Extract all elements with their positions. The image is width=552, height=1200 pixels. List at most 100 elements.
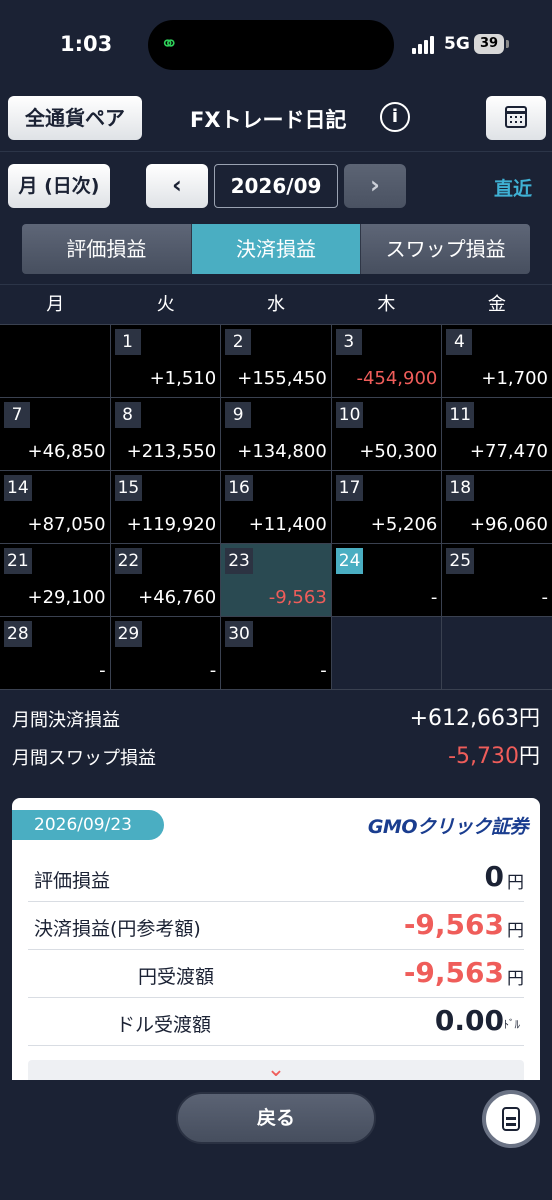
page-title: FXトレード日記 bbox=[190, 108, 347, 132]
day-number: 22 bbox=[114, 548, 143, 574]
back-button[interactable]: 戻る bbox=[176, 1092, 376, 1144]
calendar-day-cell[interactable]: 3 -454,900 bbox=[331, 325, 442, 397]
detail-label: 円受渡額 bbox=[138, 966, 215, 988]
tab-swap-pl[interactable]: スワップ損益 bbox=[361, 224, 530, 274]
day-number: 11 bbox=[446, 402, 475, 428]
weekday-label: 金 bbox=[487, 294, 506, 315]
day-number: 9 bbox=[225, 402, 252, 428]
calendar-day-cell[interactable]: 29 - bbox=[110, 617, 221, 689]
tab-settled-pl[interactable]: 決済損益 bbox=[191, 224, 362, 274]
detail-row-dollar-delivery: ドル受渡額 0.00 ﾄﾞﾙ bbox=[28, 998, 524, 1046]
day-pl-amount: +77,470 bbox=[469, 441, 548, 462]
detail-row-valuation: 評価損益 0 円 bbox=[28, 854, 524, 902]
calendar-day-cell[interactable]: 24 - bbox=[331, 544, 442, 616]
day-number: 24 bbox=[335, 548, 364, 574]
calendar-day-cell[interactable]: 11 +77,470 bbox=[442, 398, 552, 470]
detail-unit: ﾄﾞﾙ bbox=[503, 1018, 521, 1031]
day-pl-amount: +1,510 bbox=[149, 368, 217, 389]
calendar-day-cell[interactable]: 16 +11,400 bbox=[221, 471, 331, 543]
weekday-label: 月 bbox=[46, 294, 65, 315]
signal-icon bbox=[412, 36, 438, 54]
calendar-day-cell[interactable]: 14 +87,050 bbox=[0, 471, 110, 543]
day-number: 25 bbox=[446, 548, 475, 574]
weekday-label: 木 bbox=[377, 294, 396, 315]
monthly-swap-value: -5,730円 bbox=[448, 744, 540, 769]
calendar-day-cell[interactable]: 17 +5,206 bbox=[331, 471, 442, 543]
day-number: 14 bbox=[4, 475, 32, 501]
calendar-day-cell[interactable]: 8 +213,550 bbox=[110, 398, 221, 470]
detail-row-settled: 決済損益(円参考額) -9,563 円 bbox=[28, 902, 524, 950]
monthly-settled-value: +612,663円 bbox=[409, 706, 540, 731]
menu-fab[interactable] bbox=[482, 1090, 540, 1148]
info-icon[interactable]: i bbox=[380, 102, 410, 132]
calendar-day-cell[interactable]: 30 - bbox=[221, 617, 331, 689]
calendar-day-cell bbox=[331, 617, 442, 689]
calendar-day-cell[interactable]: 22 +46,760 bbox=[110, 544, 221, 616]
day-pl-amount: +46,760 bbox=[138, 587, 217, 608]
day-number: 2 bbox=[225, 329, 252, 355]
calendar-day-cell[interactable]: 23 -9,563 bbox=[221, 544, 331, 616]
calendar-day-cell[interactable]: 7 +46,850 bbox=[0, 398, 110, 470]
status-time: 1:03 bbox=[60, 32, 113, 56]
weekday-header: 月 火 水 木 金 bbox=[0, 284, 552, 324]
day-pl-amount: +1,700 bbox=[481, 368, 548, 389]
detail-row-yen-delivery: 円受渡額 -9,563 円 bbox=[28, 950, 524, 998]
day-number: 1 bbox=[114, 329, 141, 355]
day-detail-card: 2026/09/23 GMOクリック証券 評価損益 0 円 決済損益(円参考額)… bbox=[12, 798, 540, 1098]
calendar-day-cell bbox=[442, 617, 552, 689]
day-pl-amount: +87,050 bbox=[27, 514, 106, 535]
day-pl-amount: +96,060 bbox=[469, 514, 548, 535]
calendar-day-cell[interactable]: 10 +50,300 bbox=[331, 398, 442, 470]
calendar-button[interactable] bbox=[486, 96, 546, 140]
calendar-day-cell[interactable]: 18 +96,060 bbox=[442, 471, 552, 543]
calendar-day-cell[interactable]: 9 +134,800 bbox=[221, 398, 331, 470]
view-mode-button[interactable]: 月 (日次) bbox=[8, 164, 110, 208]
calendar-day-cell[interactable]: 28 - bbox=[0, 617, 110, 689]
detail-value: -9,563 bbox=[403, 908, 504, 941]
calendar-icon bbox=[505, 106, 527, 128]
day-number: 7 bbox=[4, 402, 30, 428]
day-pl-amount: +213,550 bbox=[126, 441, 217, 462]
calendar-day-cell[interactable]: 15 +119,920 bbox=[110, 471, 221, 543]
day-number: 21 bbox=[4, 548, 32, 574]
menu-icon bbox=[502, 1107, 520, 1131]
day-number: 29 bbox=[114, 621, 143, 647]
day-number: 16 bbox=[225, 475, 253, 501]
day-pl-amount: -454,900 bbox=[356, 368, 438, 389]
day-pl-amount: +155,450 bbox=[237, 368, 327, 389]
detail-label: 決済損益(円参考額) bbox=[34, 918, 201, 940]
detail-label: ドル受渡額 bbox=[116, 1014, 212, 1036]
detail-value: 0 bbox=[484, 860, 504, 893]
calendar-day-cell[interactable]: 25 - bbox=[442, 544, 552, 616]
next-month-button[interactable]: › bbox=[344, 164, 406, 208]
detail-unit: 円 bbox=[507, 921, 524, 941]
calendar-day-cell[interactable]: 4 +1,700 bbox=[442, 325, 552, 397]
day-pl-amount: - bbox=[99, 660, 106, 681]
chevron-down-icon: ⌄ bbox=[266, 1057, 286, 1082]
day-pl-amount: - bbox=[541, 587, 548, 608]
day-pl-amount: +5,206 bbox=[370, 514, 438, 535]
month-nav: 月 (日次) ‹ 2026/09 › 直近 bbox=[0, 152, 552, 218]
currency-pair-button[interactable]: 全通貨ペア bbox=[8, 96, 142, 140]
status-bar: 1:03 ⚭ 5G 39 bbox=[0, 0, 552, 88]
tab-valuation-pl[interactable]: 評価損益 bbox=[22, 224, 192, 274]
day-pl-amount: -9,563 bbox=[268, 587, 327, 608]
calendar-day-cell[interactable]: 21 +29,100 bbox=[0, 544, 110, 616]
day-number: 15 bbox=[114, 475, 143, 501]
calendar-grid: 1 +1,510 2 +155,450 3 -454,900 4 +1,700 7 +46,850… bbox=[0, 324, 552, 690]
current-month[interactable]: 2026/09 bbox=[214, 164, 338, 208]
gmo-click-logo: GMOクリック証券 bbox=[367, 816, 529, 838]
day-pl-amount: +119,920 bbox=[126, 514, 217, 535]
dynamic-island: ⚭ bbox=[148, 20, 394, 70]
detail-date: 2026/09/23 bbox=[12, 810, 164, 840]
detail-label: 評価損益 bbox=[34, 870, 111, 892]
calendar-day-cell[interactable]: 1 +1,510 bbox=[110, 325, 221, 397]
prev-month-button[interactable]: ‹ bbox=[146, 164, 208, 208]
monthly-settled-row: 月間決済損益 +612,663円 bbox=[0, 698, 552, 736]
app-header: 全通貨ペア FXトレード日記 i bbox=[0, 88, 552, 152]
recent-link[interactable]: 直近 bbox=[494, 174, 532, 201]
detail-value: -9,563 bbox=[403, 956, 504, 989]
day-pl-amount: - bbox=[320, 660, 327, 681]
calendar-day-cell[interactable]: 2 +155,450 bbox=[221, 325, 331, 397]
detail-unit: 円 bbox=[507, 873, 524, 893]
